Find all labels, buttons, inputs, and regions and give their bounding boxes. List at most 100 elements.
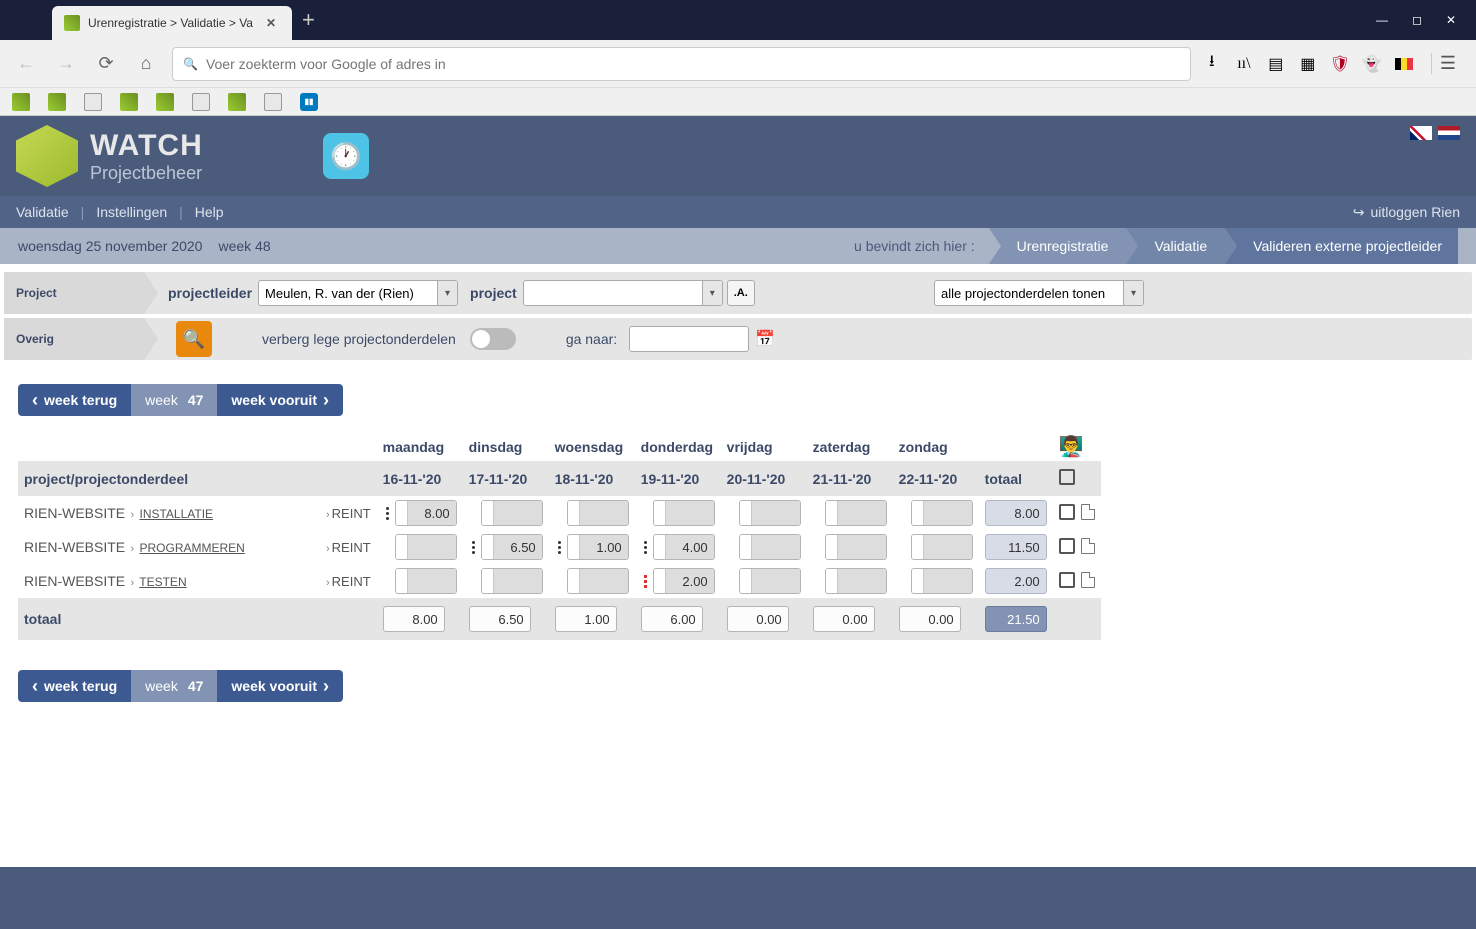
qr-icon[interactable]: ▦: [1299, 55, 1317, 73]
hour-input[interactable]: [739, 568, 801, 594]
current-week: week 48: [218, 238, 270, 254]
hour-input[interactable]: [911, 500, 973, 526]
hour-input[interactable]: 8.00: [395, 500, 457, 526]
hour-input[interactable]: 4.00: [653, 534, 715, 560]
week-back-button[interactable]: ‹week terug: [18, 384, 131, 416]
hour-input[interactable]: [567, 568, 629, 594]
breadcrumb-item[interactable]: Urenregistratie: [989, 228, 1127, 264]
hour-input[interactable]: [911, 568, 973, 594]
hour-input[interactable]: [739, 534, 801, 560]
breadcrumb-item[interactable]: Validatie: [1126, 228, 1225, 264]
projectleider-select[interactable]: Meulen, R. van der (Rien) ▾: [258, 280, 458, 306]
project-part-link[interactable]: INSTALLATIE: [139, 507, 213, 521]
window-maximize-button[interactable]: ◻: [1412, 13, 1422, 27]
document-icon[interactable]: [1081, 572, 1095, 588]
url-bar[interactable]: 🔍: [172, 47, 1191, 81]
menu-instellingen[interactable]: Instellingen: [96, 204, 167, 220]
window-controls: — ◻ ✕: [1360, 13, 1472, 27]
hour-input[interactable]: [395, 534, 457, 560]
tab-close-icon[interactable]: ✕: [266, 16, 280, 30]
menu-hamburger-icon[interactable]: ☰: [1431, 53, 1464, 74]
bookmark-icon[interactable]: [228, 93, 246, 111]
document-icon[interactable]: [1081, 504, 1095, 520]
drag-dots-icon[interactable]: [641, 575, 651, 588]
project-part-link[interactable]: TESTEN: [139, 575, 186, 589]
hour-input[interactable]: [825, 500, 887, 526]
document-icon[interactable]: [1081, 538, 1095, 554]
reader-icon[interactable]: ▤: [1267, 55, 1285, 73]
download-icon[interactable]: ⭳: [1203, 55, 1221, 73]
nav-home-button[interactable]: ⌂: [132, 50, 160, 78]
menu-help[interactable]: Help: [195, 204, 224, 220]
bookmark-folder-icon[interactable]: [84, 93, 102, 111]
bookmark-icon[interactable]: [12, 93, 30, 111]
ganaar-date-input[interactable]: [629, 326, 749, 352]
hour-input[interactable]: 2.00: [653, 568, 715, 594]
hour-input[interactable]: [567, 500, 629, 526]
project-part-link[interactable]: PROGRAMMEREN: [139, 541, 244, 555]
hour-input[interactable]: [825, 534, 887, 560]
menu-bar: Validatie | Instellingen | Help ↪ uitlog…: [0, 196, 1476, 228]
user-name: REINT: [332, 506, 371, 521]
drag-dots-icon[interactable]: [641, 541, 651, 554]
aa-button[interactable]: .A.: [727, 280, 755, 306]
nav-back-button[interactable]: ←: [12, 50, 40, 78]
total-grand: 21.50: [985, 606, 1047, 632]
hour-input[interactable]: [653, 500, 715, 526]
col-date: 19-11-'20: [635, 461, 721, 496]
row-checkbox[interactable]: [1059, 504, 1075, 520]
window-close-button[interactable]: ✕: [1446, 13, 1456, 27]
ghost-icon[interactable]: 👻: [1363, 55, 1381, 73]
chevron-right-icon: ›: [323, 391, 329, 409]
presentation-icon[interactable]: 👨‍🏫: [1059, 436, 1084, 458]
date-bar: woensdag 25 november 2020 week 48 u bevi…: [0, 228, 1476, 264]
project-name: RIEN-WEBSITE: [24, 539, 125, 555]
menu-validatie[interactable]: Validatie: [16, 204, 69, 220]
logout-button[interactable]: ↪ uitloggen Rien: [1353, 204, 1460, 221]
hour-input[interactable]: [481, 500, 543, 526]
window-minimize-button[interactable]: —: [1376, 13, 1388, 27]
select-all-checkbox[interactable]: [1059, 469, 1075, 485]
flag-be-icon[interactable]: [1395, 58, 1413, 70]
language-en-button[interactable]: [1410, 126, 1432, 140]
search-button[interactable]: 🔍: [176, 321, 212, 357]
calendar-icon[interactable]: 📅: [755, 329, 775, 349]
bookmark-trello-icon[interactable]: ▮▮: [300, 93, 318, 111]
clock-icon[interactable]: 🕐: [323, 133, 369, 179]
new-tab-button[interactable]: +: [302, 7, 315, 33]
week-forward-button[interactable]: week vooruit›: [217, 670, 343, 702]
current-date: woensdag 25 november 2020: [18, 238, 202, 254]
ublock-icon[interactable]: 🛡: [1331, 55, 1349, 73]
language-nl-button[interactable]: [1438, 126, 1460, 140]
hour-input[interactable]: 1.00: [567, 534, 629, 560]
browser-tab[interactable]: Urenregistratie > Validatie > Va ✕: [52, 6, 292, 40]
chevron-down-icon: ▾: [702, 281, 722, 305]
hour-input[interactable]: [739, 500, 801, 526]
week-back-button[interactable]: ‹week terug: [18, 670, 131, 702]
nav-reload-button[interactable]: ⟳: [92, 50, 120, 78]
hour-input[interactable]: 6.50: [481, 534, 543, 560]
drag-dots-icon[interactable]: [555, 541, 565, 554]
logout-icon: ↪: [1353, 204, 1365, 221]
tonen-select[interactable]: alle projectonderdelen tonen ▾: [934, 280, 1144, 306]
bookmark-icon[interactable]: [120, 93, 138, 111]
hour-input[interactable]: [911, 534, 973, 560]
bookmark-folder-icon[interactable]: [264, 93, 282, 111]
hour-input[interactable]: [481, 568, 543, 594]
drag-dots-icon[interactable]: [469, 541, 479, 554]
bookmark-folder-icon[interactable]: [192, 93, 210, 111]
bookmark-icon[interactable]: [156, 93, 174, 111]
verberg-toggle[interactable]: [470, 328, 516, 350]
bookmarks-bar: ▮▮: [0, 88, 1476, 116]
hour-input[interactable]: [825, 568, 887, 594]
week-forward-button[interactable]: week vooruit›: [217, 384, 343, 416]
nav-forward-button[interactable]: →: [52, 50, 80, 78]
library-icon[interactable]: ıı\: [1235, 55, 1253, 73]
row-checkbox[interactable]: [1059, 538, 1075, 554]
bookmark-icon[interactable]: [48, 93, 66, 111]
url-input[interactable]: [206, 56, 1180, 72]
hour-input[interactable]: [395, 568, 457, 594]
drag-dots-icon[interactable]: [383, 507, 393, 520]
project-select[interactable]: ▾: [523, 280, 723, 306]
row-checkbox[interactable]: [1059, 572, 1075, 588]
